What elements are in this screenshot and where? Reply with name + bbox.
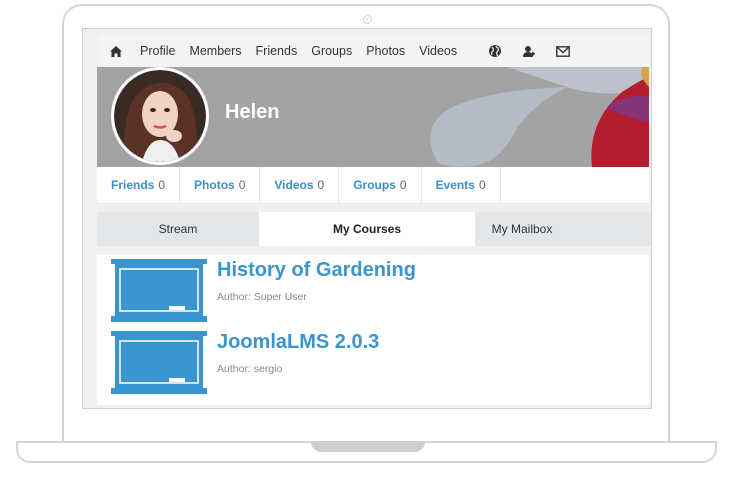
nav-item-groups[interactable]: Groups — [304, 35, 359, 67]
course-title[interactable]: JoomlaLMS 2.0.3 — [217, 331, 379, 354]
count-videos[interactable]: Videos 0 — [260, 167, 340, 203]
count-events[interactable]: Events 0 — [422, 167, 501, 203]
screen: Profile Members Friends Groups Photos Vi… — [82, 28, 652, 409]
nav-item-friends[interactable]: Friends — [249, 35, 305, 67]
tab-stream[interactable]: Stream — [97, 212, 259, 246]
count-value: 0 — [478, 178, 486, 192]
profile-name: Helen — [225, 101, 280, 123]
course-list: History of Gardening Author: Super User … — [97, 255, 649, 405]
course-title[interactable]: History of Gardening — [217, 259, 416, 282]
count-value: 0 — [158, 178, 166, 192]
nav-item-photos[interactable]: Photos — [359, 35, 412, 67]
count-value: 0 — [317, 178, 325, 192]
nav-item-members[interactable]: Members — [182, 35, 248, 67]
nav-item-videos[interactable]: Videos — [412, 35, 464, 67]
count-label: Groups — [353, 178, 396, 192]
tab-my-courses[interactable]: My Courses — [259, 212, 475, 246]
list-item: JoomlaLMS 2.0.3 Author: sergio — [111, 327, 631, 394]
camera-icon — [363, 15, 372, 24]
nav-item-profile[interactable]: Profile — [133, 35, 182, 67]
count-label: Friends — [111, 178, 155, 192]
profile-tabs: Stream My Courses My Mailbox — [97, 212, 651, 246]
course-author: Author: Super User — [217, 291, 307, 303]
laptop-notch — [311, 441, 425, 452]
blackboard-icon[interactable] — [111, 259, 207, 328]
course-author: Author: sergio — [217, 363, 283, 375]
globe-icon[interactable] — [478, 35, 512, 67]
blackboard-icon[interactable] — [111, 331, 207, 400]
count-value: 0 — [399, 178, 407, 192]
count-label: Photos — [194, 178, 235, 192]
count-value: 0 — [238, 178, 246, 192]
home-icon[interactable] — [99, 35, 133, 67]
count-friends[interactable]: Friends 0 — [97, 167, 181, 203]
tab-my-mailbox[interactable]: My Mailbox — [475, 212, 569, 246]
count-label: Videos — [274, 178, 314, 192]
top-navigation: Profile Members Friends Groups Photos Vi… — [99, 35, 649, 67]
avatar[interactable] — [111, 67, 209, 165]
profile-counts-bar: Friends 0 Photos 0 Videos 0 Groups 0 Eve… — [97, 167, 649, 204]
count-photos[interactable]: Photos 0 — [180, 167, 261, 203]
count-groups[interactable]: Groups 0 — [339, 167, 422, 203]
cover-art — [417, 67, 649, 167]
count-label: Events — [435, 178, 475, 192]
envelope-icon[interactable] — [546, 35, 580, 67]
user-icon[interactable] — [512, 35, 546, 67]
list-item: History of Gardening Author: Super User — [111, 255, 631, 322]
